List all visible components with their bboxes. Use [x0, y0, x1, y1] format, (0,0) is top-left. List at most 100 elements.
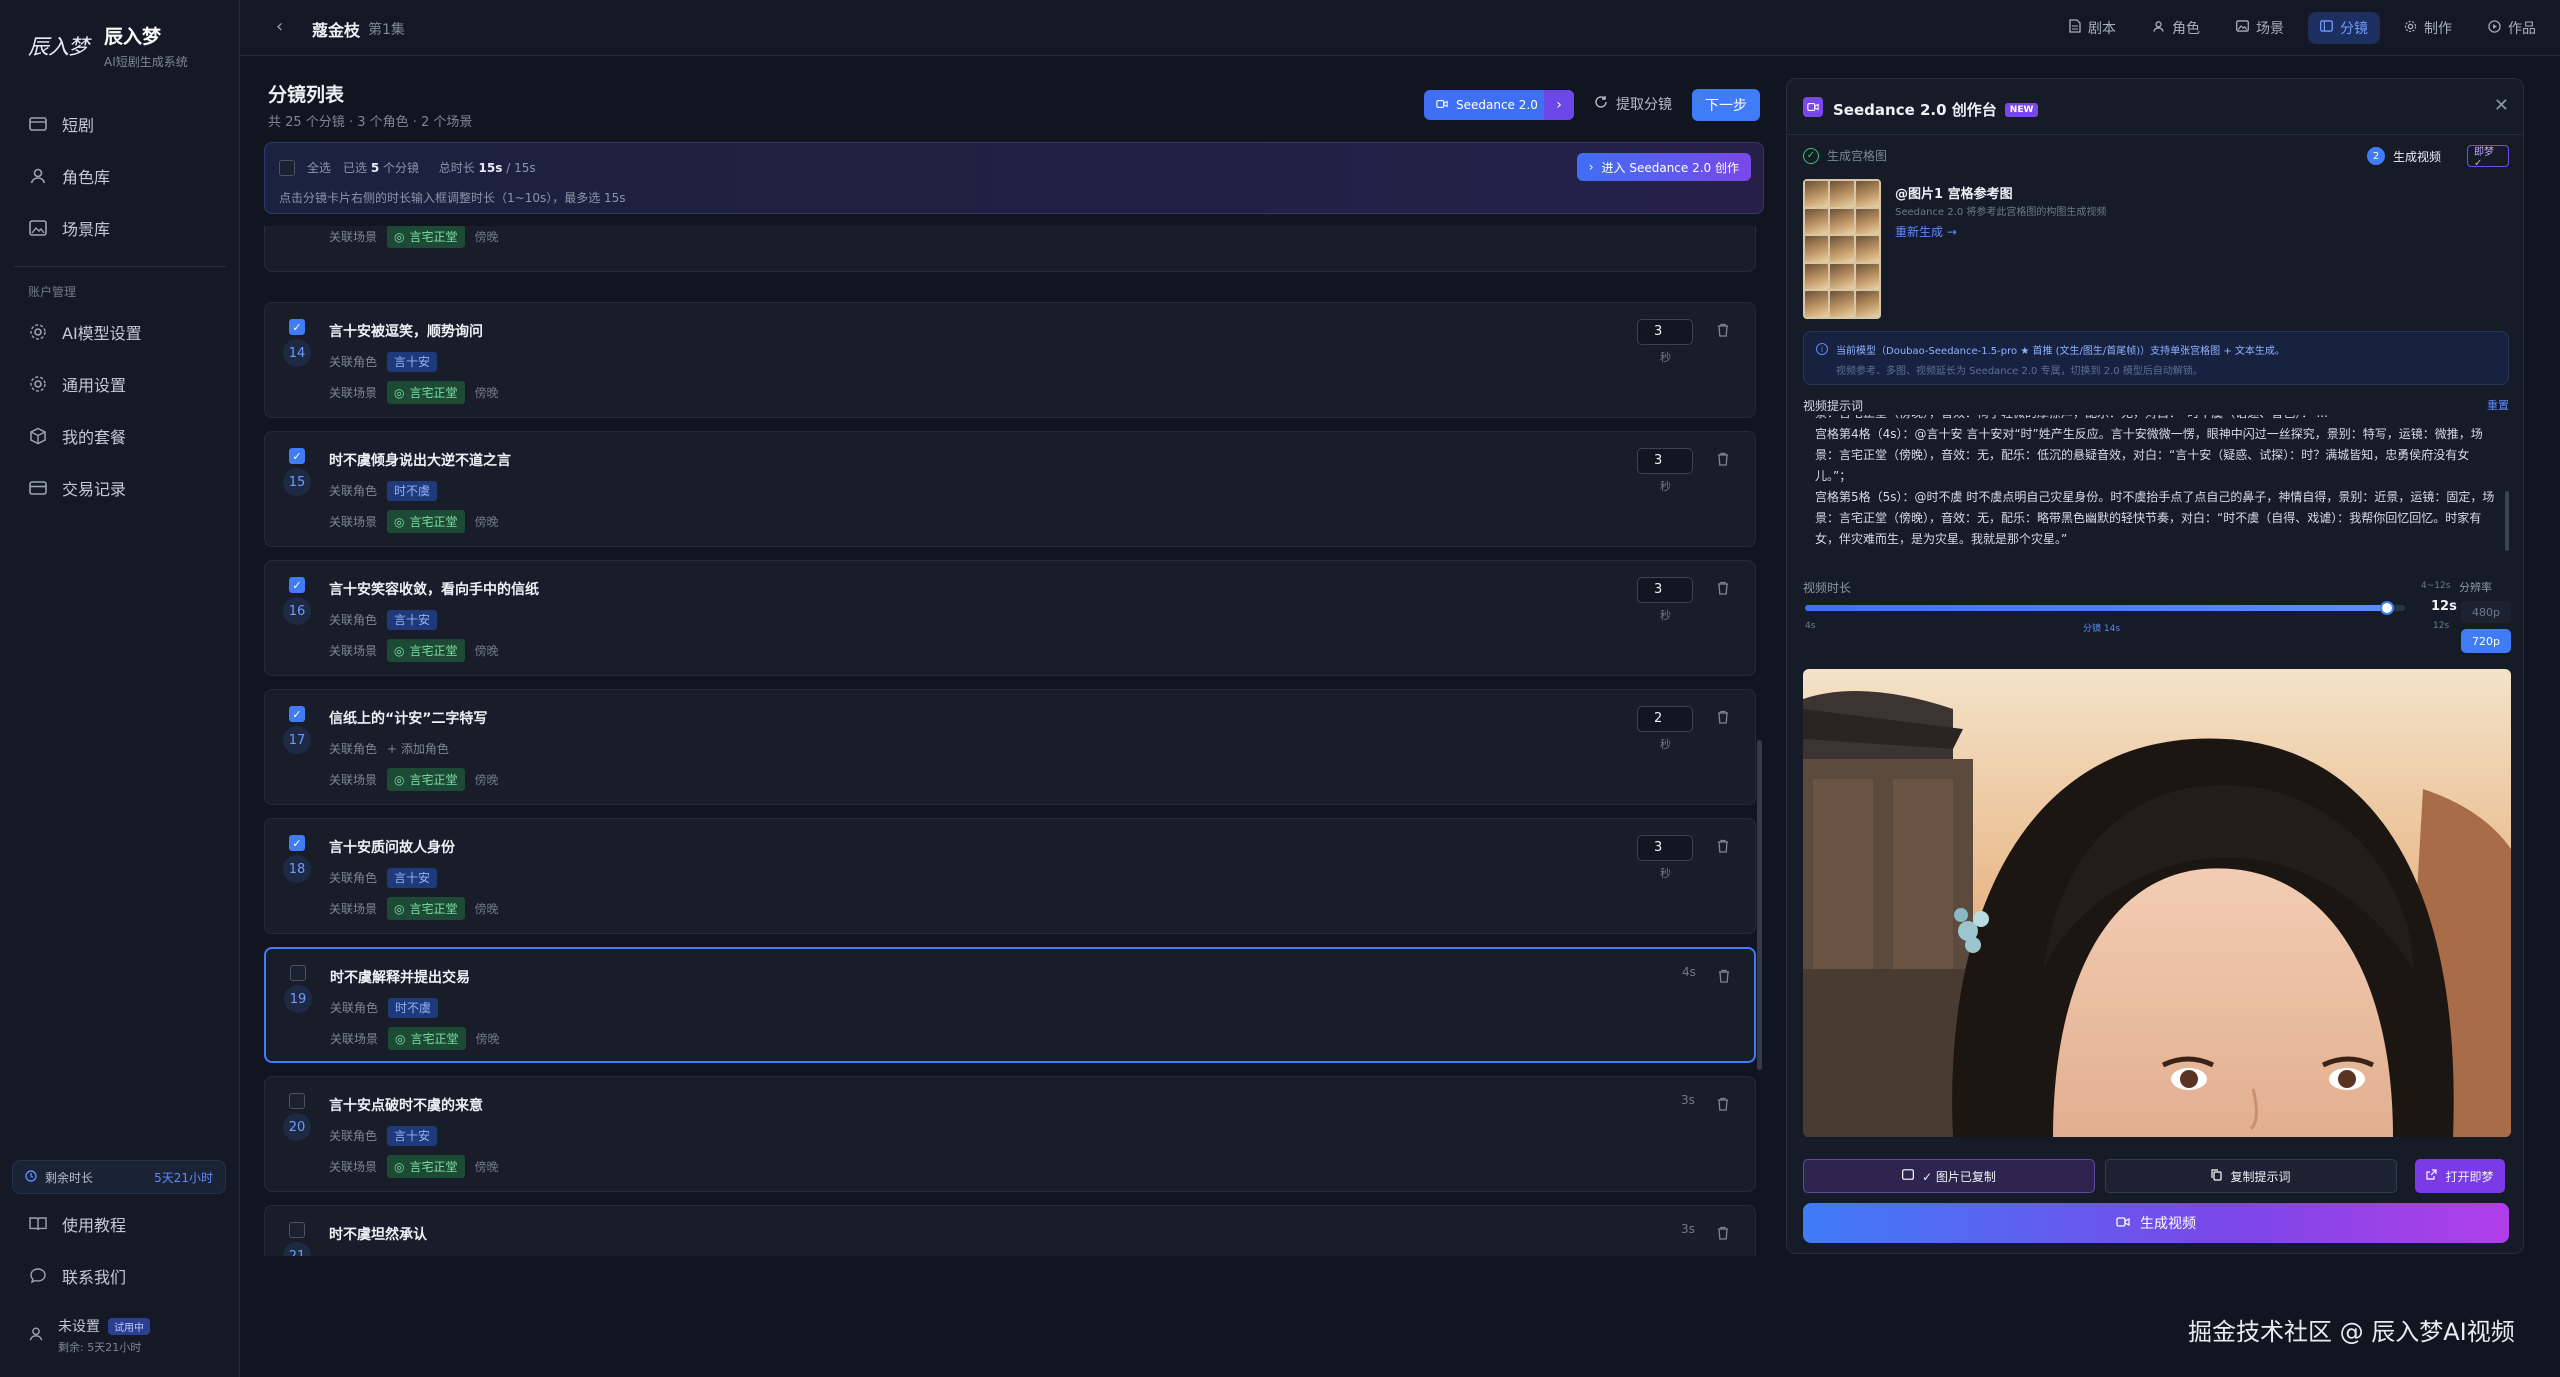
trash-icon[interactable] — [1717, 1226, 1729, 1244]
shot-card[interactable]: 19 时不虞解释并提出交易 关联角色 时不虞 关联场景 ◎ 言宅正堂 傍晚 4s — [264, 947, 1756, 1063]
scene-tag[interactable]: ◎ 言宅正堂 — [387, 1155, 465, 1178]
prompt-textarea[interactable]: 景：言宅正堂（傍晚），音效：椅子轻微的摩擦声，配乐：无，对白：“时不虞（语速、音… — [1803, 415, 2509, 549]
sidebar-item-transactions[interactable]: 交易记录 — [14, 462, 226, 514]
resolution-480p-option[interactable]: 480p — [2461, 601, 2511, 623]
scene-tag[interactable]: ◎ 言宅正堂 — [387, 226, 465, 248]
chevron-right-icon[interactable]: › — [1544, 90, 1574, 120]
prompt-scrollbar[interactable] — [2505, 491, 2509, 551]
close-icon[interactable]: ✕ — [2494, 95, 2509, 116]
duration-shot-marker: 分镜 14s — [2083, 624, 2121, 634]
shot-checkbox[interactable]: ✓ — [289, 577, 305, 593]
image-copied-button[interactable]: ✓ 图片已复制 — [1803, 1159, 2095, 1193]
scene-tag[interactable]: ◎ 言宅正堂 — [388, 1027, 466, 1050]
list-scrollbar[interactable] — [1757, 740, 1762, 1070]
shot-card[interactable]: 20 言十安点破时不虞的来意 关联角色 言十安 关联场景 ◎ 言宅正堂 傍晚 3s — [264, 1076, 1756, 1192]
scene-tag[interactable]: ◎ 言宅正堂 — [387, 768, 465, 791]
sidebar-bottom-nav: 使用教程 联系我们 — [14, 1198, 226, 1302]
duration-input[interactable]: 3 — [1637, 577, 1693, 603]
shot-checkbox[interactable]: ✓ — [289, 319, 305, 335]
scene-tag[interactable]: ◎ 言宅正堂 — [387, 381, 465, 404]
shot-checkbox[interactable]: ✓ — [289, 835, 305, 851]
regenerate-link[interactable]: 重新生成 → — [1895, 223, 1957, 240]
shot-card[interactable]: ✓ 14 言十安被逗笑，顺势询问 关联角色 言十安 关联场景 ◎ 言宅正堂 傍晚 3… — [264, 302, 1756, 418]
shot-card[interactable]: ✓ 15 时不虞倾身说出大逆不道之言 关联角色 时不虞 关联场景 ◎ 言宅正堂 傍晚… — [264, 431, 1756, 547]
trash-icon[interactable] — [1717, 839, 1729, 857]
shot-checkbox[interactable] — [289, 1093, 305, 1109]
extract-shots-button[interactable]: 提取分镜 — [1594, 94, 1672, 114]
shot-card[interactable]: ✓ 17 信纸上的“计安”二字特写 关联角色 + 添加角色 关联场景 ◎ 言宅正堂… — [264, 689, 1756, 805]
sidebar-item-scenes[interactable]: 场景库 — [14, 202, 226, 254]
tab-works[interactable]: 作品 — [2476, 12, 2548, 44]
duration-input[interactable]: 3 — [1637, 448, 1693, 474]
sidebar-item-tutorial[interactable]: 使用教程 — [14, 1198, 226, 1250]
scene-tag[interactable]: ◎ 言宅正堂 — [387, 897, 465, 920]
shot-role-row: 关联角色 时不虞 — [330, 998, 439, 1018]
trash-icon[interactable] — [1717, 452, 1729, 470]
shot-checkbox[interactable]: ✓ — [289, 706, 305, 722]
role-tag[interactable]: 时不虞 — [388, 998, 439, 1018]
sidebar-item-label: 通用设置 — [62, 376, 127, 395]
scene-tag[interactable]: ◎ 言宅正堂 — [387, 639, 465, 662]
sidebar-item-drama[interactable]: 短剧 — [14, 98, 226, 150]
resolution-720p-option[interactable]: 720p — [2461, 629, 2511, 653]
duration-input[interactable]: 2 — [1637, 706, 1693, 732]
brand[interactable]: 辰入梦 辰入梦 AI短剧生成系统 — [28, 22, 188, 70]
duration-slider-handle[interactable] — [2380, 601, 2394, 615]
select-all-checkbox[interactable] — [279, 159, 295, 176]
role-tag[interactable]: 言十安 — [387, 868, 438, 888]
shot-card-partial[interactable]: 关联角色时不虞 关联场景◎言宅正堂傍晚 — [264, 226, 1756, 272]
user-profile[interactable]: 未设置 试用中 剩余: 5天21小时 — [28, 1316, 150, 1355]
role-tag[interactable]: 时不虞 — [387, 481, 438, 501]
copy-prompt-button[interactable]: 复制提示词 — [2105, 1159, 2397, 1193]
shot-card[interactable]: 21 时不虞坦然承认 关联角色 + 添加角色 关联场景 3s — [264, 1205, 1756, 1256]
role-tag[interactable]: 言十安 — [387, 352, 438, 372]
shot-checkbox[interactable] — [290, 965, 306, 981]
next-step-button[interactable]: 下一步 — [1692, 89, 1760, 121]
sidebar-item-ai-model-settings[interactable]: AI模型设置 — [14, 306, 226, 358]
sidebar-item-my-plan[interactable]: 我的套餐 — [14, 410, 226, 462]
trash-icon[interactable] — [1717, 710, 1729, 728]
external-link-icon — [2426, 1169, 2438, 1183]
role-tag[interactable]: 言十安 — [387, 1126, 438, 1146]
sidebar-item-general-settings[interactable]: 通用设置 — [14, 358, 226, 410]
remaining-time-card[interactable]: 剩余时长 5天21小时 — [12, 1160, 226, 1194]
enter-seedance-button[interactable]: › 进入 Seedance 2.0 创作 — [1576, 153, 1751, 181]
role-tag[interactable]: 言十安 — [387, 610, 438, 630]
scene-tag[interactable]: ◎ 言宅正堂 — [387, 510, 465, 533]
add-role-button[interactable]: + 添加角色 — [387, 742, 449, 756]
duration-input[interactable]: 3 — [1637, 319, 1693, 345]
tab-characters[interactable]: 角色 — [2140, 12, 2212, 44]
trash-icon[interactable] — [1718, 969, 1730, 987]
remaining-time-value: 5天21小时 — [154, 1170, 213, 1185]
duration-slider[interactable] — [1805, 601, 2405, 615]
sidebar-item-contact[interactable]: 联系我们 — [14, 1250, 226, 1302]
grid-reference-thumbnail[interactable] — [1803, 179, 1881, 319]
tab-production[interactable]: 制作 — [2392, 12, 2464, 44]
select-all-label[interactable]: 全选 — [307, 159, 331, 176]
tab-label: 分镜 — [2340, 21, 2368, 37]
tab-script[interactable]: 剧本 — [2057, 12, 2128, 44]
scene-label: 关联场景 — [329, 902, 378, 916]
duration-input[interactable]: 3 — [1637, 835, 1693, 861]
step-indicator: ✓ 生成宫格图 2 生成视频 即梦 ✓ — [1803, 145, 2509, 169]
role-label: 关联角色 — [329, 742, 378, 756]
tab-scenes[interactable]: 场景 — [2224, 12, 2296, 44]
scene-label: 关联场景 — [330, 1032, 379, 1046]
trash-icon[interactable] — [1717, 581, 1729, 599]
shot-checkbox[interactable]: ✓ — [289, 448, 305, 464]
trash-icon[interactable] — [1717, 1097, 1729, 1115]
trash-icon[interactable] — [1717, 323, 1729, 341]
back-arrow-icon[interactable]: ‹ — [276, 16, 283, 37]
sidebar-item-characters[interactable]: 角色库 — [14, 150, 226, 202]
generate-video-button[interactable]: 生成视频 — [1803, 1203, 2509, 1243]
shot-card[interactable]: ✓ 16 言十安笑容收敛，看向手中的信纸 关联角色 言十安 关联场景 ◎ 言宅正堂… — [264, 560, 1756, 676]
tab-storyboard[interactable]: 分镜 — [2308, 12, 2380, 44]
jimeng-badge[interactable]: 即梦 ✓ — [2467, 145, 2509, 169]
open-jimeng-button[interactable]: 打开即梦 — [2415, 1159, 2505, 1193]
step-video[interactable]: 2 生成视频 — [2367, 147, 2441, 165]
shot-card[interactable]: ✓ 18 言十安质问故人身份 关联角色 言十安 关联场景 ◎ 言宅正堂 傍晚 3 秒 — [264, 818, 1756, 934]
shot-checkbox[interactable] — [289, 1222, 305, 1238]
prompt-reset-link[interactable]: 重置 — [2487, 397, 2509, 413]
step-grid[interactable]: ✓ 生成宫格图 — [1803, 147, 1887, 164]
duration-label: 视频时长 — [1803, 581, 1852, 595]
